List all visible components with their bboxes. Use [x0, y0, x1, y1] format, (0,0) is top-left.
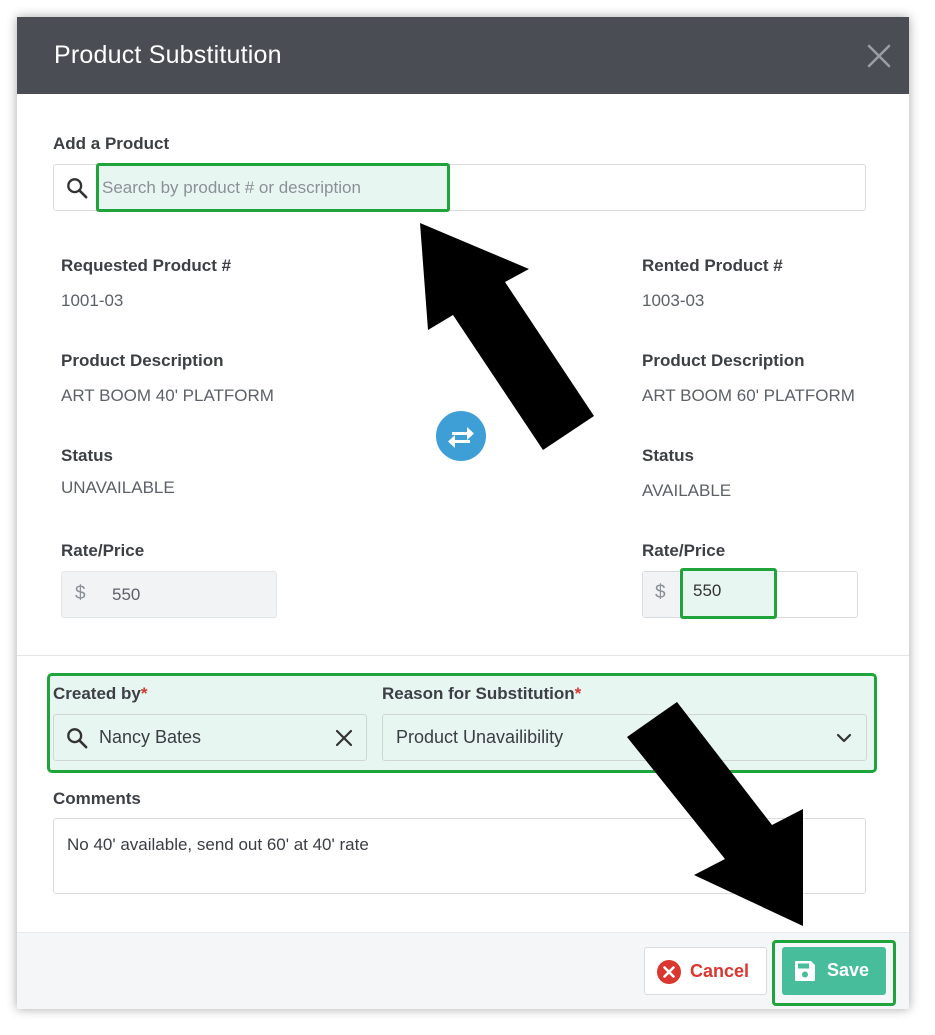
swap-products-button[interactable] [436, 411, 486, 461]
product-search-box [53, 163, 866, 212]
rented-currency-symbol: $ [655, 582, 666, 603]
requested-rate-value: 550 [112, 585, 141, 604]
dialog-title: Product Substitution [54, 41, 282, 69]
reason-selected-value: Product Unavailibility [396, 727, 564, 747]
product-search-input[interactable] [102, 174, 442, 202]
swap-arrows-icon [448, 427, 474, 448]
created-by-field[interactable]: Nancy Bates [53, 714, 367, 761]
close-icon[interactable] [867, 44, 891, 68]
rented-product-number: 1003-03 [642, 291, 705, 310]
comments-text: No 40' available, send out 60' at 40' ra… [67, 835, 369, 854]
reason-select[interactable]: Product Unavailibility [382, 714, 867, 761]
clear-icon[interactable] [335, 729, 353, 747]
rented-description: ART BOOM 60' PLATFORM [642, 386, 855, 405]
rate-highlight [680, 568, 777, 619]
dialog-footer: Cancel Save [17, 932, 909, 1009]
requested-currency-symbol: $ [75, 583, 86, 604]
rented-rate-label: Rate/Price [642, 541, 726, 560]
rented-status-label: Status [642, 446, 694, 465]
dialog-header: Product Substitution [17, 17, 909, 94]
rented-status: AVAILABLE [642, 481, 732, 500]
floppy-disk-icon [795, 961, 815, 981]
save-label: Save [827, 960, 870, 980]
requested-rate-label: Rate/Price [61, 541, 145, 560]
cancel-button[interactable]: Cancel [644, 947, 767, 995]
created-by-value: Nancy Bates [99, 727, 202, 747]
rented-rate-field: $ [642, 568, 858, 619]
rented-product-label: Rented Product # [642, 256, 783, 275]
add-product-label: Add a Product [53, 134, 170, 153]
comments-textarea[interactable]: No 40' available, send out 60' at 40' ra… [53, 818, 866, 894]
created-by-label: Created by* [53, 684, 148, 703]
requested-description-label: Product Description [61, 351, 224, 370]
cancel-circle-icon [657, 960, 681, 984]
section-divider [17, 655, 909, 656]
rented-rate-input[interactable] [693, 581, 773, 601]
product-substitution-dialog: Product Substitution Add a Product Reque… [17, 17, 909, 1009]
rented-description-label: Product Description [642, 351, 805, 370]
requested-product-label: Requested Product # [61, 256, 232, 275]
requested-description: ART BOOM 40' PLATFORM [61, 386, 274, 405]
chevron-down-icon [836, 733, 852, 743]
save-button[interactable]: Save [782, 947, 886, 995]
search-icon [67, 728, 88, 749]
requested-status-label: Status [61, 446, 113, 465]
reason-label: Reason for Substitution* [382, 684, 582, 703]
requested-product-number: 1001-03 [61, 291, 124, 310]
requested-status: UNAVAILABLE [61, 478, 175, 497]
cancel-label: Cancel [690, 961, 750, 981]
search-icon [67, 178, 88, 199]
rate-prefix: $ [643, 572, 679, 617]
requested-rate-field: $ 550 [61, 571, 277, 618]
comments-label: Comments [53, 789, 141, 808]
creator-reason-highlight: Created by* Reason for Substitution* Nan… [47, 673, 877, 773]
